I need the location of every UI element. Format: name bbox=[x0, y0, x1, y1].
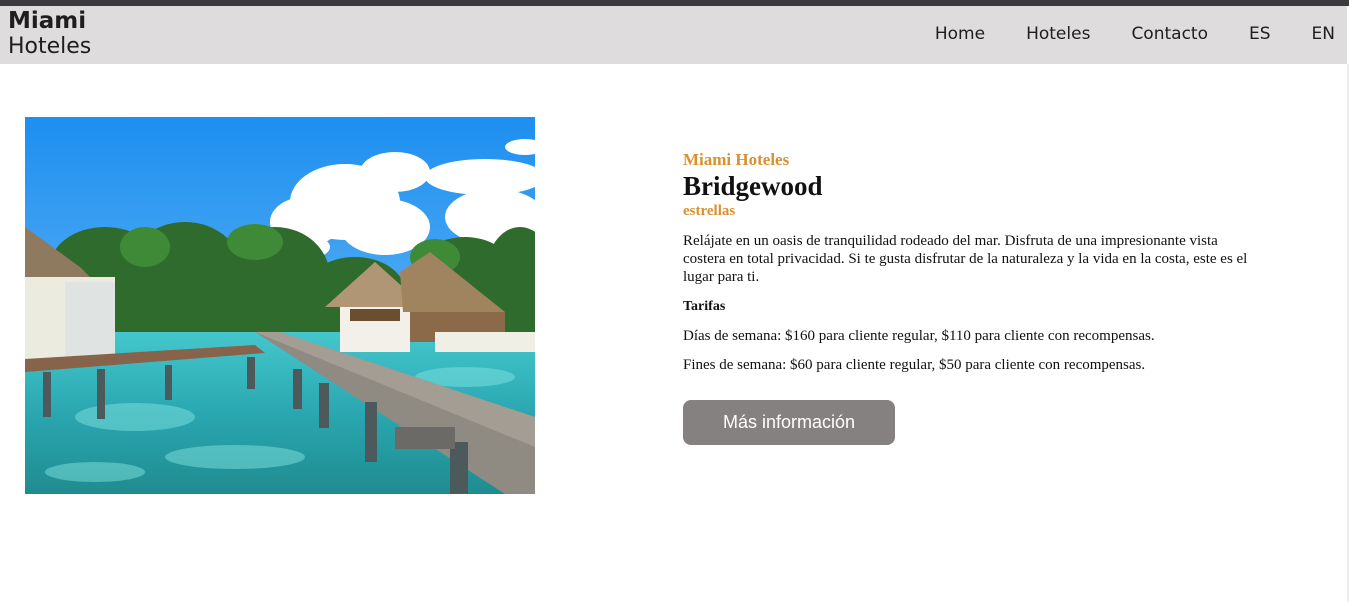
hotel-photo bbox=[25, 117, 535, 494]
main-nav: Home Hoteles Contacto ES EN bbox=[894, 24, 1335, 44]
weekend-rate: Fines de semana: $60 para cliente regula… bbox=[683, 357, 1146, 373]
hotel-info: Miami Hoteles Bridgewood estrellas Reláj… bbox=[683, 150, 1263, 374]
lang-es[interactable]: ES bbox=[1249, 24, 1271, 44]
lang-en[interactable]: EN bbox=[1312, 24, 1335, 44]
more-info-button[interactable]: Más información bbox=[683, 400, 895, 445]
nav-home[interactable]: Home bbox=[935, 24, 985, 44]
stars-label: estrellas bbox=[683, 203, 736, 219]
navbar: Miami Hoteles Home Hoteles Contacto ES E… bbox=[0, 6, 1347, 64]
nav-contacto[interactable]: Contacto bbox=[1131, 24, 1208, 44]
nav-hoteles[interactable]: Hoteles bbox=[1026, 24, 1090, 44]
weekday-rate: Días de semana: $160 para cliente regula… bbox=[683, 328, 1155, 344]
hotel-group-label: Miami Hoteles bbox=[683, 150, 790, 169]
hotel-description: Relájate en un oasis de tranquilidad rod… bbox=[683, 233, 1248, 285]
hotel-name: Bridgewood bbox=[683, 171, 823, 201]
brand-logo[interactable]: Miami Hoteles bbox=[8, 8, 91, 60]
brand-line-2: Hoteles bbox=[8, 34, 92, 60]
brand-line-1: Miami bbox=[8, 8, 87, 34]
rates-title: Tarifas bbox=[683, 299, 726, 314]
